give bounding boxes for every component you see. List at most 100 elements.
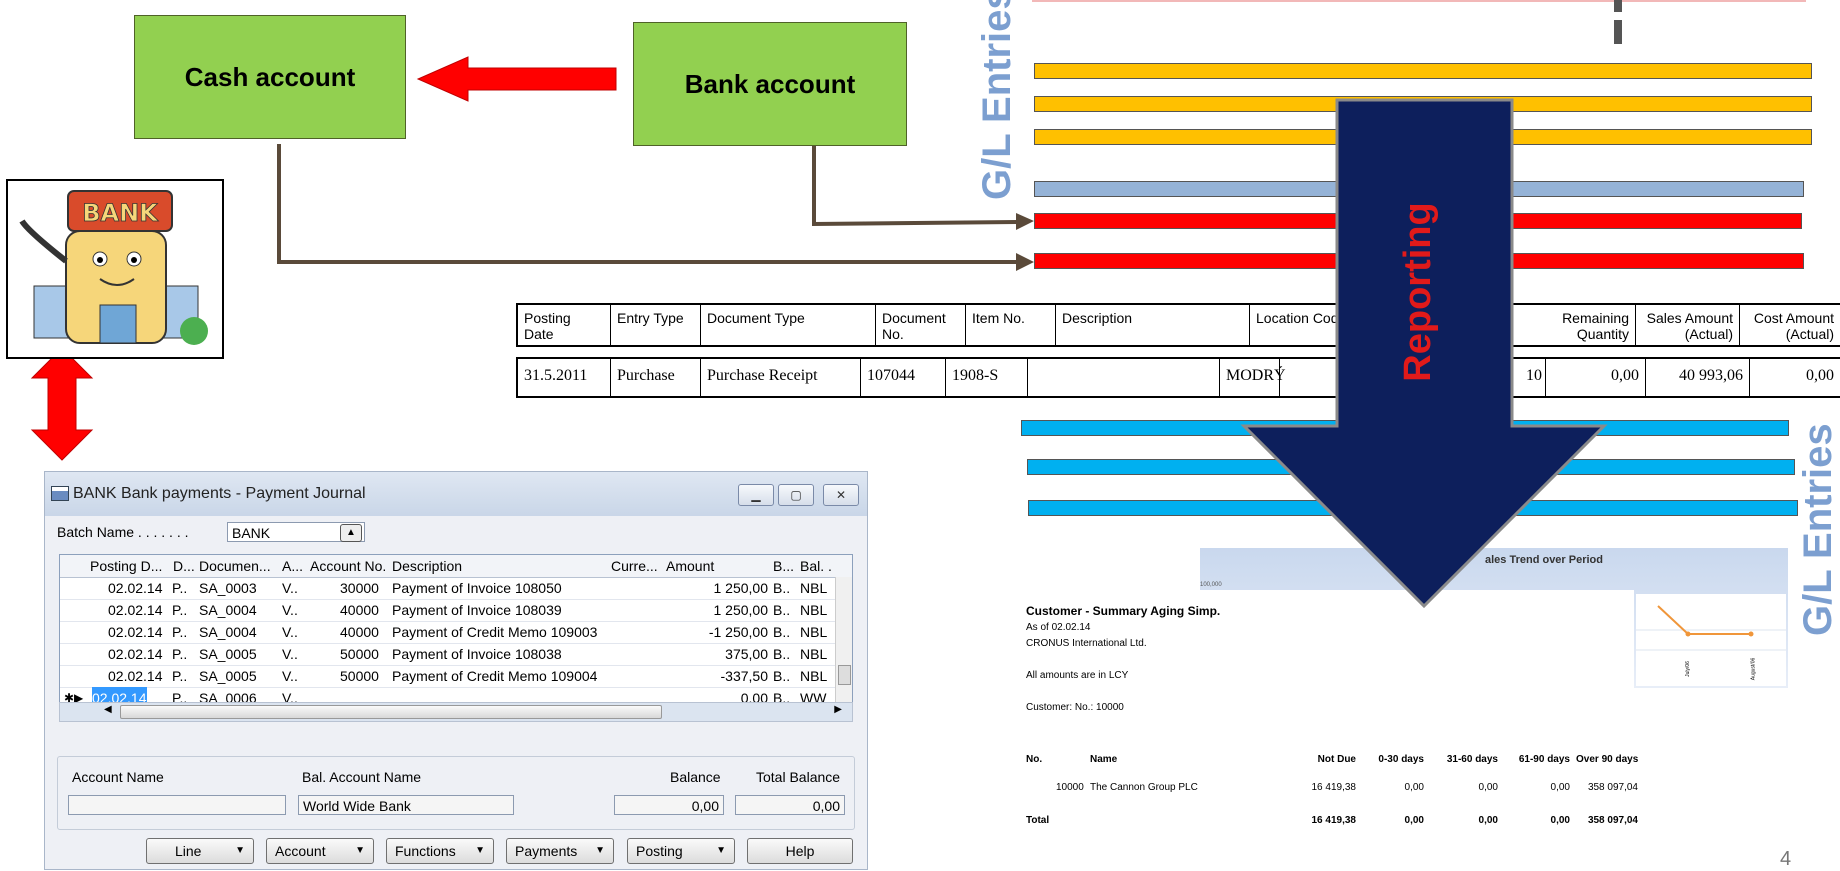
report-total-61-90: 0,00 xyxy=(1550,815,1570,826)
report-as-of: As of 02.02.14 xyxy=(1026,622,1091,633)
col-posting-date: Posting Date xyxy=(518,305,611,345)
chevron-down-icon: ▼ xyxy=(595,845,605,856)
table-row[interactable]: 02.02.14 P.. SA_0003 V.. 30000 Payment of Inv… xyxy=(60,577,852,600)
functions-button[interactable]: Functions ▼ xyxy=(386,838,494,864)
aging-report: Customer - Summary Aging Simp. As of 02.… xyxy=(1026,590,1638,850)
close-button[interactable]: ✕ xyxy=(823,484,859,506)
scrollbar-thumb[interactable] xyxy=(838,665,851,685)
col-header[interactable]: Documen... xyxy=(199,555,271,577)
chevron-down-icon: ▼ xyxy=(716,845,726,856)
bank-journal-double-arrow xyxy=(30,347,94,461)
bank-sign-text: BANK xyxy=(82,199,159,227)
item-ledger-header: Posting Date Entry Type Document Type Do… xyxy=(516,303,1840,347)
report-col-no: No. xyxy=(1026,754,1043,765)
col-header[interactable]: Curre... xyxy=(611,555,658,577)
window-title: BANK Bank payments - Payment Journal xyxy=(73,485,366,502)
col-document-no: Document No. xyxy=(876,305,966,345)
col-header[interactable]: Bal. . xyxy=(800,555,832,577)
bank-account-box: Bank account xyxy=(633,22,907,146)
report-col-over-90: Over 90 days xyxy=(1576,754,1639,765)
vertical-scrollbar[interactable] xyxy=(835,577,852,705)
account-name-label: Account Name xyxy=(72,769,164,785)
cell-description xyxy=(1028,359,1220,396)
report-cell-over-90: 358 097,04 xyxy=(1587,782,1638,793)
col-item-no: Item No. xyxy=(966,305,1056,345)
item-ledger-row: 31.5.2011 Purchase Purchase Receipt 1070… xyxy=(516,357,1840,398)
bank-to-cash-arrow xyxy=(416,56,617,102)
report-cell-name: The Cannon Group PLC xyxy=(1090,782,1198,793)
col-header[interactable]: D... xyxy=(173,555,195,577)
cash-account-label: Cash account xyxy=(184,61,356,92)
posting-button[interactable]: Posting ▼ xyxy=(627,838,735,864)
report-company: CRONUS International Ltd. xyxy=(1026,638,1147,649)
footer-panel: Account Name Bal. Account Name World Wid… xyxy=(57,756,855,830)
batch-name-field[interactable]: BANK ▲ xyxy=(227,522,365,542)
gl-entries-label-right: G/L Entries xyxy=(1796,423,1840,636)
scroll-left-icon[interactable]: ◀ xyxy=(104,704,112,715)
balance-label: Balance xyxy=(670,769,721,785)
help-button[interactable]: Help xyxy=(747,838,853,864)
reporting-arrow: Reporting xyxy=(1240,98,1608,609)
bank-building-icon: BANK xyxy=(19,190,208,345)
col-header[interactable]: Amount xyxy=(666,555,714,577)
chart-x-label: August/06 xyxy=(1750,657,1757,681)
report-total-0-30: 0,00 xyxy=(1404,815,1424,826)
report-col-31-60: 31-60 days xyxy=(1446,754,1498,765)
col-header[interactable]: B... xyxy=(773,555,794,577)
report-col-61-90: 61-90 days xyxy=(1518,754,1570,765)
col-header[interactable]: Description xyxy=(392,555,462,577)
chart-x-label: July/06 xyxy=(1684,661,1691,677)
table-row[interactable]: 02.02.14 P.. SA_0004 V.. 40000 Payment of Cre… xyxy=(60,621,852,644)
minimize-button[interactable]: ▁ xyxy=(738,484,774,506)
line-button[interactable]: Line ▼ xyxy=(146,838,254,864)
bank-clipart: BANK xyxy=(6,179,224,359)
cell-entry-type: Purchase xyxy=(611,359,701,396)
lookup-up-icon[interactable]: ▲ xyxy=(340,524,362,542)
col-description: Description xyxy=(1056,305,1250,345)
bank-account-label: Bank account xyxy=(684,68,856,99)
dash-mark xyxy=(1614,20,1622,44)
col-header[interactable]: Account No. xyxy=(310,555,386,577)
col-cost-amount: Cost Amount (Actual) xyxy=(1753,310,1834,342)
gl-entry-bar xyxy=(1034,63,1812,79)
report-cell-31-60: 0,00 xyxy=(1478,782,1498,793)
total-balance-field: 0,00 xyxy=(735,795,845,815)
dash-mark xyxy=(1614,0,1622,12)
report-cell-no: 10000 xyxy=(1056,782,1084,793)
col-sales-amount: Sales Amount (Actual) xyxy=(1636,305,1740,345)
col-header[interactable]: A... xyxy=(282,555,303,577)
col-entry-type: Entry Type xyxy=(611,305,701,345)
report-cell-0-30: 0,00 xyxy=(1404,782,1424,793)
payment-journal-window: BANK Bank payments - Payment Journal ▁ ▢… xyxy=(44,471,868,870)
table-row[interactable]: 02.02.14 P.. SA_0005 V.. 50000 Payment of Inv… xyxy=(60,643,852,666)
table-row[interactable]: 02.02.14 P.. SA_0004 V.. 40000 Payment of Inv… xyxy=(60,599,852,622)
cash-connector-line xyxy=(277,144,1020,264)
hscroll-thumb[interactable] xyxy=(120,705,662,719)
cell-document-no: 107044 xyxy=(861,359,946,396)
table-row[interactable]: 02.02.14 P.. SA_0005 V.. 50000 Payment of Cre… xyxy=(60,665,852,688)
scroll-right-icon[interactable]: ▶ xyxy=(834,704,842,715)
chart-axis-label: 100,000 xyxy=(1200,582,1222,588)
chart-plot-area: July/06 August/06 xyxy=(1636,594,1786,686)
cell-cost-amount: 0,00 xyxy=(1806,367,1834,384)
col-document-type: Document Type xyxy=(701,305,876,345)
report-cell-61-90: 0,00 xyxy=(1550,782,1570,793)
cash-account-box: Cash account xyxy=(134,15,406,139)
cell-posting-date: 31.5.2011 xyxy=(518,359,611,396)
bal-account-name-field: World Wide Bank xyxy=(298,795,514,815)
horizontal-scrollbar[interactable]: ◀ ▶ xyxy=(59,702,853,722)
report-title: Customer - Summary Aging Simp. xyxy=(1026,604,1221,618)
trend-line xyxy=(1636,605,1786,651)
payments-button[interactable]: Payments ▼ xyxy=(506,838,614,864)
report-currency-note: All amounts are in LCY xyxy=(1026,670,1129,681)
reporting-label: Reporting xyxy=(1397,202,1439,381)
cash-connector-arrowhead xyxy=(1016,253,1034,271)
chevron-down-icon: ▼ xyxy=(235,845,245,856)
maximize-button[interactable]: ▢ xyxy=(778,484,814,506)
chevron-down-icon: ▼ xyxy=(355,845,365,856)
account-button[interactable]: Account ▼ xyxy=(266,838,374,864)
bal-account-name-label: Bal. Account Name xyxy=(302,769,422,785)
col-header[interactable]: Posting D... xyxy=(90,555,162,577)
report-total-over-90: 358 097,04 xyxy=(1587,815,1638,826)
journal-grid-icon xyxy=(51,486,69,501)
